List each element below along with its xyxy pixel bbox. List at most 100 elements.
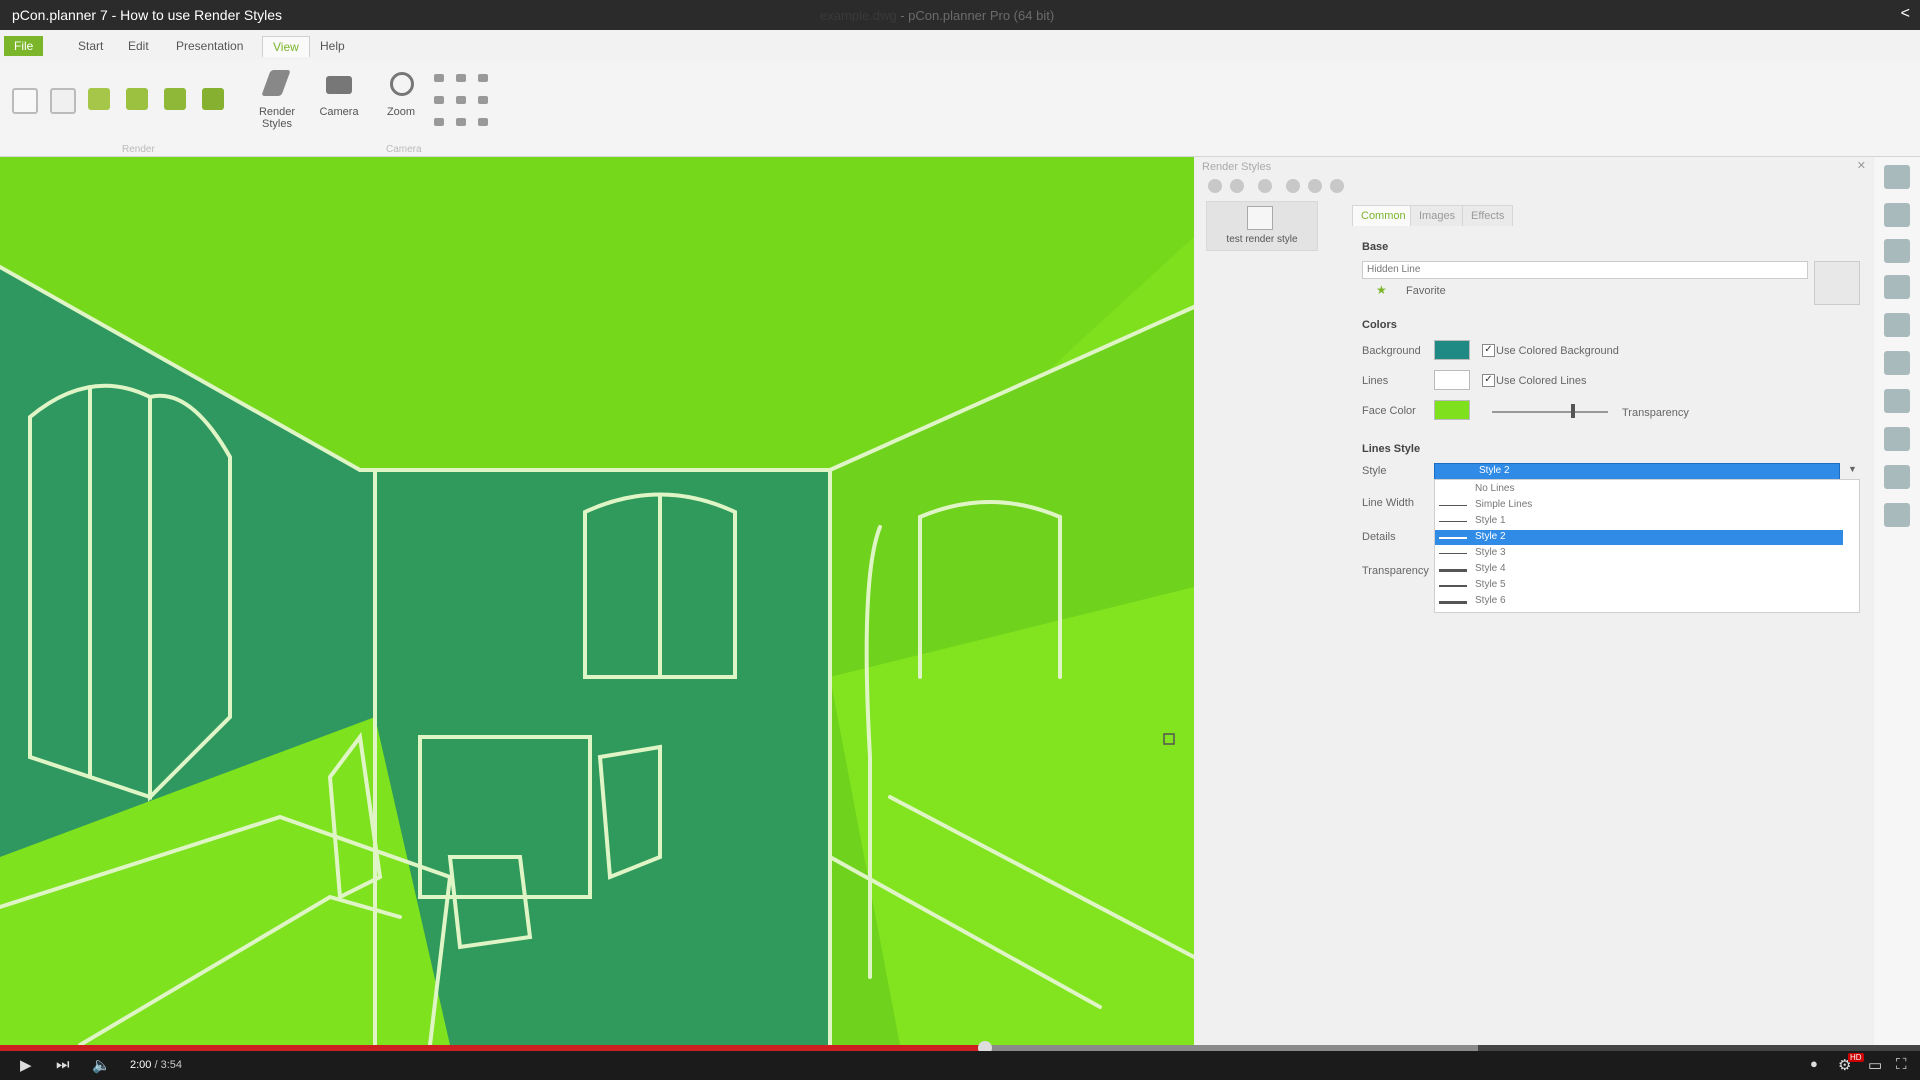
stack-icon[interactable] [1884,389,1910,413]
view-nav-icon[interactable] [456,118,466,126]
ribbon-tab-bar: File Start Edit Presentation View Help [0,30,1920,60]
gallery-icon[interactable] [1884,203,1910,227]
settings-icon[interactable] [1884,239,1910,263]
shaded-edges-icon[interactable] [126,88,148,110]
tab-effects[interactable]: Effects [1462,205,1514,226]
export-icon[interactable] [1330,179,1344,193]
save-icon[interactable] [1308,179,1322,193]
camera-icon [326,76,352,94]
hd-badge: HD [1848,1053,1864,1062]
style-list-item[interactable]: test render style [1206,201,1318,251]
render-group: Render [6,66,246,155]
tab-start[interactable]: Start [68,36,113,56]
line-sample [1439,569,1467,572]
render-styles-button[interactable]: Render Styles [252,66,302,134]
list-icon[interactable] [1884,275,1910,299]
view-nav-icon[interactable] [434,74,444,82]
tab-help[interactable]: Help [310,36,355,56]
background-color-swatch[interactable] [1434,340,1470,360]
panel-title: Render Styles [1202,161,1272,173]
tab-edit[interactable]: Edit [118,36,159,56]
style-option-label: Style 5 [1475,579,1506,590]
realistic-edges-icon[interactable] [202,88,224,110]
globe-icon[interactable] [1884,313,1910,337]
view-nav-icon[interactable] [434,96,444,104]
style-option-label: Simple Lines [1475,499,1533,510]
details-label: Details [1362,531,1396,543]
library-icon[interactable] [1884,427,1910,451]
zoom-icon [390,72,414,96]
tab-presentation[interactable]: Presentation [166,36,253,56]
catalog-icon[interactable] [1884,165,1910,189]
render-styles-panel: Render Styles ✕ test render style Common… [1196,157,1872,1045]
view-nav-icon[interactable] [478,118,488,126]
line-sample [1439,553,1467,554]
tab-images[interactable]: Images [1410,205,1465,226]
style-option[interactable]: Style 1 [1435,514,1843,529]
style-item-name: test render style [1226,234,1298,245]
use-colored-background-checkbox[interactable]: ✓ [1482,344,1495,357]
video-title[interactable]: pCon.planner 7 - How to use Render Style… [12,7,282,23]
favorite-label: Favorite [1406,285,1446,297]
use-colored-lines-checkbox[interactable]: ✓ [1482,374,1495,387]
hidden-line-icon[interactable] [50,88,76,114]
view-nav-icon[interactable] [456,74,466,82]
play-icon[interactable]: ▶ [20,1056,32,1074]
use-colored-background-label: Use Colored Background [1496,345,1619,357]
view-nav-icon[interactable] [478,96,488,104]
time-display: 2:00 / 3:54 [130,1059,183,1071]
transparency-slider-thumb[interactable] [1570,404,1575,418]
import-icon[interactable] [1286,179,1300,193]
wireframe-icon[interactable] [12,88,38,114]
style-option-label: Style 4 [1475,563,1506,574]
star-icon[interactable]: ★ [1376,283,1387,297]
3d-viewport[interactable] [0,157,1194,1045]
close-icon[interactable]: ✕ [1857,159,1866,172]
add-icon[interactable] [1208,179,1222,193]
tab-common[interactable]: Common [1352,205,1415,226]
realistic-icon[interactable] [164,88,186,110]
right-sidebar [1874,157,1920,1045]
view-nav-icon[interactable] [456,96,466,104]
brush-icon[interactable] [1884,465,1910,489]
style-preview [1814,261,1860,305]
style-option-label: Style 6 [1475,595,1506,606]
style-option[interactable]: Style 3 [1435,546,1843,561]
transparency-slider[interactable] [1492,411,1608,413]
watch-later-icon[interactable]: ● [1810,1056,1818,1071]
style-option[interactable]: Simple Lines [1435,498,1843,513]
style-option[interactable]: No Lines [1435,482,1843,497]
fullscreen-icon[interactable]: ⛶ [1896,1056,1907,1073]
view-nav-icon[interactable] [434,118,444,126]
style-thumbnail [1247,206,1273,230]
face-color-swatch[interactable] [1434,400,1470,420]
style-option[interactable]: Style 5 [1435,578,1843,593]
next-icon[interactable]: ⏭ [56,1056,70,1073]
tab-file[interactable]: File [4,36,44,56]
measure-icon[interactable] [1884,503,1910,527]
style-option[interactable]: Style 6 [1435,594,1843,609]
style-option[interactable]: Style 4 [1435,562,1843,577]
background-label: Background [1362,345,1421,357]
view-nav-icon[interactable] [478,74,488,82]
style-option[interactable]: Style 2 [1435,530,1843,545]
file-name: example.dwg [820,8,897,23]
lines-style-section-title: Lines Style [1362,443,1421,455]
zoom-button[interactable]: Zoom Camera [376,66,426,155]
zoom-label: Zoom [386,106,416,118]
view-nav-grid [430,66,500,134]
transparency-slider-label: Transparency [1622,407,1689,419]
volume-icon[interactable]: 🔈 [92,1056,111,1074]
shaded-icon[interactable] [88,88,110,110]
tab-view[interactable]: View [262,36,310,57]
remove-icon[interactable] [1230,179,1244,193]
lines-color-swatch[interactable] [1434,370,1470,390]
layer-icon[interactable] [1884,351,1910,375]
search-icon[interactable] [1258,179,1272,193]
video-title-bar: pCon.planner 7 - How to use Render Style… [0,0,1920,30]
base-select[interactable]: Hidden Line [1362,261,1808,279]
theater-mode-icon[interactable]: ▭ [1868,1056,1882,1074]
share-icon[interactable]: < [1901,5,1910,23]
chevron-down-icon[interactable]: ▼ [1848,464,1857,474]
camera-button[interactable]: Camera [314,66,364,134]
